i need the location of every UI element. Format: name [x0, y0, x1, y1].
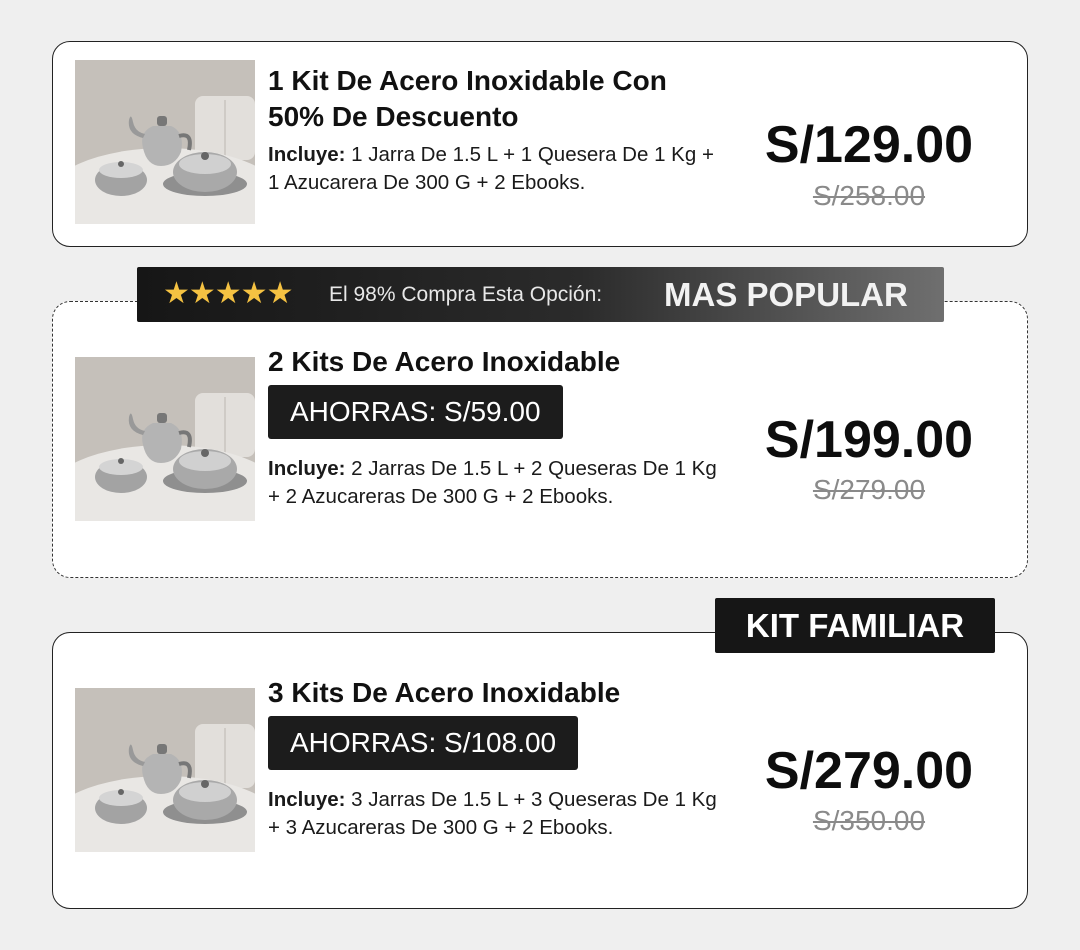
family-kit-tag: KIT FAMILIAR — [715, 598, 995, 653]
includes-label: Incluye: — [268, 457, 346, 480]
offer-price: S/129.00 — [764, 116, 974, 174]
popular-headline: MAS POPULAR — [664, 276, 908, 313]
star-icon: ★★★★★ — [163, 276, 293, 311]
savings-badge: AHORRAS: S/59.00 — [268, 385, 563, 439]
offer-card-3[interactable]: 3 Kits De Acero Inoxidable AHORRAS: S/10… — [52, 632, 1028, 909]
offer-title-line2: 50% De Descuento — [268, 101, 519, 132]
offer-card-1[interactable]: 1 Kit De Acero Inoxidable Con 50% De Des… — [52, 41, 1028, 247]
offer-title: 3 Kits De Acero Inoxidable — [268, 677, 621, 708]
product-image — [75, 688, 255, 852]
offer-old-price: S/350.00 — [812, 805, 926, 836]
offer-card-2[interactable]: 2 Kits De Acero Inoxidable AHORRAS: S/59… — [52, 301, 1028, 578]
offer-title: 2 Kits De Acero Inoxidable — [268, 346, 621, 377]
offer-title-line1: 1 Kit De Acero Inoxidable Con — [268, 65, 667, 96]
offer-price: S/199.00 — [764, 411, 974, 469]
offer-old-price: S/258.00 — [812, 180, 926, 211]
product-image — [75, 357, 255, 521]
offer-old-price: S/279.00 — [812, 474, 926, 505]
offer-includes: Incluye: 1 Jarra De 1.5 L + 1 Quesera De… — [268, 141, 728, 197]
savings-badge: AHORRAS: S/108.00 — [268, 716, 579, 770]
includes-label: Incluye: — [268, 143, 346, 166]
includes-label: Incluye: — [268, 788, 346, 811]
popular-banner: ★★★★★ El 98% Compra Esta Opción: MAS POP… — [137, 267, 944, 322]
product-image — [75, 60, 255, 224]
offer-includes: Incluye: 3 Jarras De 1.5 L + 3 Queseras … — [268, 786, 728, 842]
offer-price: S/279.00 — [764, 742, 974, 800]
popular-note: El 98% Compra Esta Opción: — [329, 283, 603, 306]
offer-title: 1 Kit De Acero Inoxidable Con 50% De Des… — [268, 63, 667, 135]
offer-includes: Incluye: 2 Jarras De 1.5 L + 2 Queseras … — [268, 455, 728, 511]
